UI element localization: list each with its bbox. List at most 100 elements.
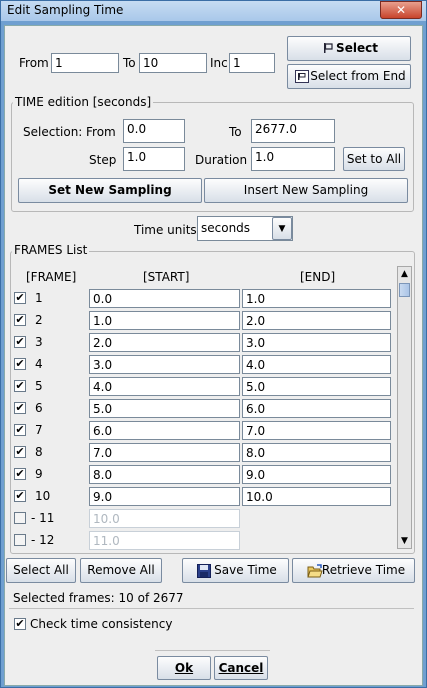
set-to-all-button[interactable]: Set to All (343, 147, 405, 171)
frame-number: 6 (35, 401, 43, 415)
retrieve-time-button[interactable]: Retrieve Time (292, 558, 415, 583)
check-icon: ✔ (15, 489, 25, 502)
end-column-header: [END] (300, 270, 336, 284)
select-from-end-button[interactable]: Select from End (287, 64, 411, 89)
frame-end-input[interactable]: 2.0 (242, 311, 391, 330)
time-from-label: From (86, 125, 116, 139)
check-icon: ✔ (15, 445, 25, 458)
time-units-value: seconds (201, 221, 251, 235)
range-to-label: To (123, 56, 136, 70)
frame-number: 8 (35, 445, 43, 459)
check-icon: ✔ (15, 467, 25, 480)
frame-number: 1 (35, 291, 43, 305)
frame-number: 9 (35, 467, 43, 481)
check-icon: ✔ (15, 313, 25, 326)
check-time-consistency-checkbox[interactable]: ✔ (14, 618, 26, 630)
select-all-button[interactable]: Select All (6, 558, 76, 583)
range-from-label: From (19, 56, 49, 70)
frame-checkbox[interactable] (14, 512, 26, 524)
dialog-window: Edit Sampling Time ✕ From 1 To 10 Inc 1 … (0, 0, 427, 688)
check-icon: ✔ (15, 617, 25, 630)
frame-start-input[interactable]: 0.0 (89, 289, 240, 308)
scroll-up-icon[interactable]: ▲ (398, 267, 411, 281)
time-to-input[interactable]: 2677.0 (251, 119, 335, 143)
frame-number: 2 (35, 313, 43, 327)
frame-end-input[interactable]: 7.0 (242, 421, 391, 440)
frame-start-input[interactable]: 9.0 (89, 487, 240, 506)
range-to-input[interactable]: 10 (139, 53, 207, 73)
frame-start-input[interactable]: 2.0 (89, 333, 240, 352)
close-icon: ✕ (395, 3, 407, 17)
frame-checkbox[interactable]: ✔ (14, 490, 26, 502)
frame-start-input[interactable]: 8.0 (89, 465, 240, 484)
frame-checkbox[interactable]: ✔ (14, 468, 26, 480)
frame-start-input[interactable]: 5.0 (89, 399, 240, 418)
insert-new-sampling-button[interactable]: Insert New Sampling (204, 178, 408, 203)
frame-number: 5 (35, 379, 43, 393)
frame-number: - 12 (31, 533, 55, 547)
time-from-input[interactable]: 0.0 (123, 119, 185, 143)
remove-all-button[interactable]: Remove All (80, 558, 162, 583)
duration-label: Duration (195, 153, 248, 167)
ok-button[interactable]: Ok (157, 656, 211, 680)
save-time-button[interactable]: Save Time (182, 558, 289, 583)
frame-checkbox[interactable]: ✔ (14, 358, 26, 370)
select-button[interactable]: Select (287, 36, 411, 61)
divider (9, 608, 414, 609)
chevron-down-icon[interactable]: ▼ (272, 217, 292, 240)
frame-number: 7 (35, 423, 43, 437)
frame-start-input[interactable]: 6.0 (89, 421, 240, 440)
frame-end-input[interactable]: 3.0 (242, 333, 391, 352)
frame-checkbox[interactable]: ✔ (14, 380, 26, 392)
selection-label: Selection: (23, 125, 83, 139)
scroll-thumb[interactable] (399, 283, 410, 297)
frame-checkbox[interactable] (14, 534, 26, 546)
step-input[interactable]: 1.0 (123, 147, 185, 171)
close-button[interactable]: ✕ (380, 1, 422, 19)
selected-frames-status: Selected frames: 10 of 2677 (13, 591, 184, 605)
frames-title: FRAMES List (12, 243, 90, 257)
frame-start-input[interactable]: 10.0 (89, 509, 240, 528)
frame-checkbox[interactable]: ✔ (14, 402, 26, 414)
frame-checkbox[interactable]: ✔ (14, 446, 26, 458)
frame-checkbox[interactable]: ✔ (14, 292, 26, 304)
select-from-end-button-label: Select from End (310, 69, 406, 83)
frame-end-input[interactable]: 1.0 (242, 289, 391, 308)
frame-end-input[interactable]: 8.0 (242, 443, 391, 462)
frame-checkbox[interactable]: ✔ (14, 424, 26, 436)
select-from-end-icon (295, 70, 309, 83)
check-icon: ✔ (15, 357, 25, 370)
frame-end-input[interactable]: 9.0 (242, 465, 391, 484)
frame-end-input[interactable]: 5.0 (242, 377, 391, 396)
frame-end-input[interactable]: 10.0 (242, 487, 391, 506)
frames-scrollbar[interactable]: ▲ ▼ (397, 266, 412, 549)
title-bar[interactable]: Edit Sampling Time ✕ (1, 1, 426, 21)
start-column-header: [START] (143, 270, 190, 284)
dialog-content: From 1 To 10 Inc 1 Select Select from En… (4, 25, 423, 686)
check-icon: ✔ (15, 401, 25, 414)
step-label: Step (89, 153, 117, 167)
frame-start-input[interactable]: 1.0 (89, 311, 240, 330)
frame-end-input[interactable]: 6.0 (242, 399, 391, 418)
frame-number: 10 (35, 489, 51, 503)
frame-number: - 11 (31, 511, 55, 525)
frame-start-input[interactable]: 11.0 (89, 531, 240, 550)
cancel-button[interactable]: Cancel (214, 656, 268, 680)
time-units-label: Time units (134, 223, 197, 237)
range-from-input[interactable]: 1 (51, 53, 119, 73)
check-icon: ✔ (15, 379, 25, 392)
open-folder-icon (307, 564, 323, 578)
frame-start-input[interactable]: 4.0 (89, 377, 240, 396)
frame-number: 3 (35, 335, 43, 349)
frame-start-input[interactable]: 7.0 (89, 443, 240, 462)
frame-end-input[interactable]: 4.0 (242, 355, 391, 374)
frame-checkbox[interactable]: ✔ (14, 314, 26, 326)
frame-start-input[interactable]: 3.0 (89, 355, 240, 374)
frame-number: 4 (35, 357, 43, 371)
frame-checkbox[interactable]: ✔ (14, 336, 26, 348)
save-icon (197, 564, 211, 578)
duration-input[interactable]: 1.0 (251, 147, 335, 171)
range-inc-input[interactable]: 1 (229, 53, 275, 73)
set-new-sampling-button[interactable]: Set New Sampling (18, 178, 202, 203)
scroll-down-icon[interactable]: ▼ (398, 534, 411, 548)
